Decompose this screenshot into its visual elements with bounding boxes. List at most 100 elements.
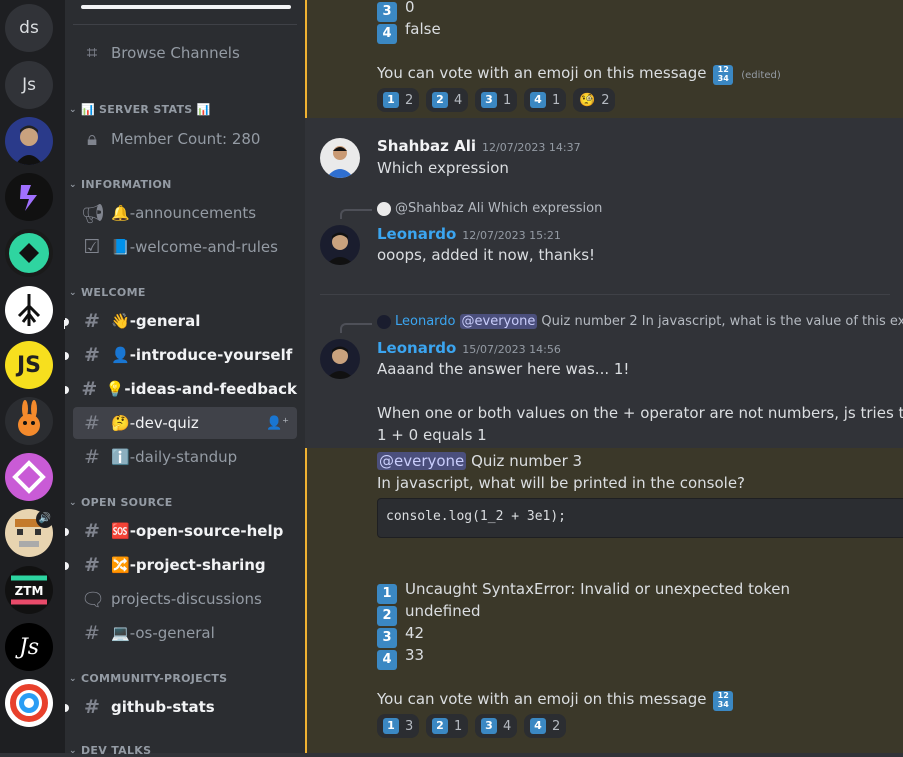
vote-label: You can vote with an emoji on this messa… <box>377 64 707 82</box>
reply-preview[interactable]: @Shahbaz Ali Which expression <box>377 201 602 216</box>
browse-channels[interactable]: ⌗ Browse Channels <box>73 37 297 69</box>
category-label: SERVER STATS <box>99 103 193 116</box>
server-circuit[interactable] <box>5 286 53 334</box>
reactions-top: 12 24 31 41 🧐 2 <box>377 88 877 112</box>
quiz-option-4: 4 33 <box>377 646 424 670</box>
thinking-emoji-icon: 🤔 <box>111 414 130 432</box>
hash-icon: # <box>84 310 100 332</box>
reaction-monocle[interactable]: 🧐 2 <box>573 88 616 112</box>
channel-label: -ideas-and-feedback <box>124 380 297 398</box>
server-flower[interactable] <box>5 679 53 727</box>
avatar-leonardo[interactable] <box>320 225 360 265</box>
reaction-4[interactable]: 41 <box>524 88 567 112</box>
message-text: When one or both values on the + operato… <box>377 404 903 422</box>
laptop-emoji-icon: 💻 <box>111 624 130 642</box>
unread-dot <box>65 386 69 394</box>
server-avatar-leonardo[interactable] <box>5 117 53 165</box>
reply-preview[interactable]: Leonardo @everyone Quiz number 2 In java… <box>377 314 903 329</box>
channel-ideas-feedback[interactable]: # 💡 -ideas-and-feedback <box>73 373 297 405</box>
author-shahbaz[interactable]: Shahbaz Ali 12/07/2023 14:37 <box>377 137 581 155</box>
server-green-hex[interactable] <box>5 229 53 277</box>
category-information[interactable]: ⌄ INFORMATION <box>69 178 172 191</box>
js-logo-icon: JS <box>16 352 42 378</box>
channel-member-count[interactable]: 🔒︎ Member Count: 280 <box>73 123 297 155</box>
person-avatar-icon <box>326 146 354 178</box>
option-3: 30 <box>377 0 415 22</box>
unread-dot <box>65 318 69 326</box>
channel-project-sharing[interactable]: # 🔀 -project-sharing <box>73 549 297 581</box>
server-js-script[interactable]: Js <box>5 623 53 671</box>
channel-label: -announcements <box>129 204 257 222</box>
channel-github-stats[interactable]: # github-stats <box>73 691 297 723</box>
channel-list: ⌗ Browse Channels ⌄ 📊 SERVER STATS 📊 🔒︎ … <box>65 0 305 757</box>
reply-user: @Shahbaz Ali <box>395 201 484 216</box>
category-server-stats[interactable]: ⌄ 📊 SERVER STATS 📊 <box>69 103 211 116</box>
channel-welcome-rules[interactable]: ☑ 📘 -welcome-and-rules <box>73 231 297 263</box>
channel-introduce-yourself[interactable]: # 👤 -introduce-yourself <box>73 339 297 371</box>
keycap-icon: 1 <box>383 718 399 734</box>
browse-label: Browse Channels <box>111 44 240 62</box>
reaction-3[interactable]: 34 <box>475 714 518 738</box>
unread-dot <box>65 352 69 360</box>
category-label: OPEN SOURCE <box>81 496 173 509</box>
channel-announcements[interactable]: 📢︎ 🔔 -announcements <box>73 197 297 229</box>
option-text: 0 <box>405 0 415 16</box>
option-text: Uncaught SyntaxError: Invalid or unexpec… <box>405 580 791 598</box>
category-dev-talks[interactable]: ⌄ DEV TALKS <box>69 744 151 757</box>
monocle-face-icon: 🧐 <box>579 92 596 108</box>
chevron-down-icon: ⌄ <box>69 287 77 298</box>
divider <box>73 24 297 25</box>
server-purple-diamond[interactable] <box>5 453 53 501</box>
chart-icon: 📊 <box>81 103 95 116</box>
speaker-icon: 🔊 <box>36 510 54 528</box>
everyone-mention[interactable]: @everyone <box>377 452 467 470</box>
channel-label: -project-sharing <box>129 556 266 574</box>
server-rabbit[interactable] <box>5 397 53 445</box>
reaction-2[interactable]: 21 <box>426 714 469 738</box>
vote-label: You can vote with an emoji on this messa… <box>377 690 707 708</box>
author-leonardo[interactable]: Leonardo 12/07/2023 15:21 <box>377 225 561 243</box>
channel-os-general[interactable]: # 💻 -os-general <box>73 617 297 649</box>
reply-mention[interactable]: @everyone <box>459 314 538 329</box>
reaction-1[interactable]: 13 <box>377 714 420 738</box>
reaction-3[interactable]: 31 <box>475 88 518 112</box>
chevron-down-icon: ⌄ <box>69 745 77 756</box>
author-leonardo[interactable]: Leonardo 15/07/2023 14:56 <box>377 339 561 357</box>
chevron-down-icon: ⌄ <box>69 104 77 115</box>
channel-dev-quiz[interactable]: # 🤔 -dev-quiz 👤⁺ <box>73 407 297 439</box>
hash-icon: # <box>81 378 98 400</box>
channel-general[interactable]: # 👋 -general <box>73 305 297 337</box>
add-member-icon[interactable]: 👤⁺ <box>266 416 289 431</box>
channel-label: -general <box>129 312 201 330</box>
orange-rabbit-icon <box>18 400 40 436</box>
chevron-down-icon: ⌄ <box>69 179 77 190</box>
keycap-3-icon: 3 <box>377 2 397 22</box>
server-label: Js <box>22 75 36 95</box>
server-voltage[interactable] <box>5 173 53 221</box>
channel-projects-discussions[interactable]: 🗨︎ projects-discussions <box>73 583 297 615</box>
reaction-1[interactable]: 12 <box>377 88 420 112</box>
bell-emoji-icon: 🔔 <box>111 204 130 222</box>
category-open-source[interactable]: ⌄ OPEN SOURCE <box>69 496 173 509</box>
server-js-text[interactable]: Js <box>5 61 53 109</box>
reaction-4[interactable]: 42 <box>524 714 567 738</box>
channel-label: -daily-standup <box>129 448 238 466</box>
server-js-yellow[interactable]: JS <box>5 341 53 389</box>
category-community-projects[interactable]: ⌄ COMMUNITY-PROJECTS <box>69 672 227 685</box>
author-name: Leonardo <box>377 339 457 357</box>
channel-open-source-help[interactable]: # 🆘 -open-source-help <box>73 515 297 547</box>
server-ztm[interactable]: ZTM <box>5 566 53 614</box>
avatar-leonardo[interactable] <box>320 339 360 379</box>
server-rail: ds Js JS 🔊 ZTM Js <box>0 0 69 753</box>
channel-daily-standup[interactable]: # ℹ️ -daily-standup <box>73 441 297 473</box>
chat-area: 30 4 false You can vote with an emoji on … <box>305 0 903 753</box>
keycap-icon: 4 <box>530 718 546 734</box>
reaction-2[interactable]: 24 <box>426 88 469 112</box>
reply-text: Which expression <box>488 201 603 216</box>
chevron-down-icon: ⌄ <box>69 673 77 684</box>
channel-label: github-stats <box>111 698 215 716</box>
server-ds[interactable]: ds <box>5 4 53 52</box>
category-welcome[interactable]: ⌄ WELCOME <box>69 286 146 299</box>
message-text: 1 + 0 equals 1 <box>377 426 487 444</box>
avatar-shahbaz[interactable] <box>320 138 360 178</box>
